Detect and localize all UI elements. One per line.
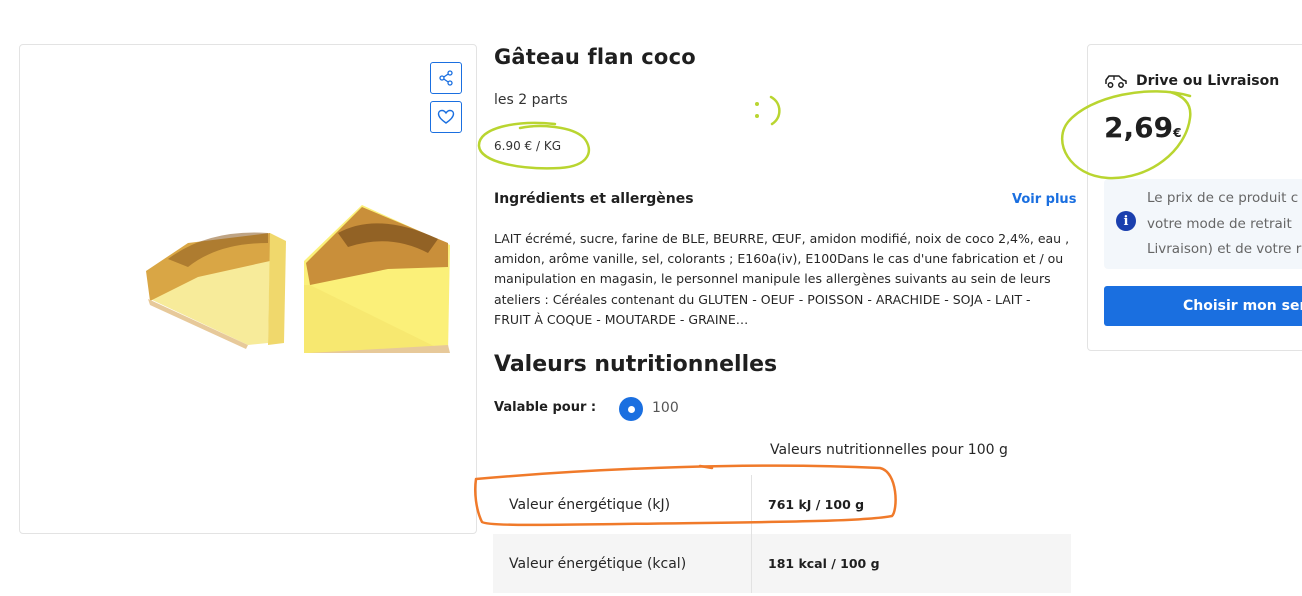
product-title: Gâteau flan coco <box>494 45 696 69</box>
table-row: Valeur énergétique (kJ) 761 kJ / 100 g <box>493 475 1071 534</box>
purchase-panel: Drive ou Livraison 2,69€ i Le prix de ce… <box>1087 44 1302 351</box>
price-currency: € <box>1173 126 1182 140</box>
nutrition-heading: Valeurs nutritionnelles <box>494 352 778 377</box>
table-row: Valeur énergétique (kcal) 181 kcal / 100… <box>493 534 1071 593</box>
heart-icon <box>437 109 455 124</box>
product-portion: les 2 parts <box>494 92 568 108</box>
product-image-card <box>19 44 477 534</box>
nutrient-label: Valeur énergétique (kcal) <box>493 534 752 593</box>
serving-label: Valable pour : <box>494 400 597 415</box>
ingredients-text: LAIT écrémé, sucre, farine de BLE, BEURR… <box>494 231 1070 327</box>
serving-radio-label: 100 <box>652 400 679 416</box>
see-more-link[interactable]: Voir plus <box>1012 192 1076 207</box>
info-icon: i <box>1116 211 1136 231</box>
unit-price: 6.90 € / KG <box>494 139 562 153</box>
price-info-box: i Le prix de ce produit c votre mode de … <box>1104 179 1302 269</box>
smiley-annotation <box>755 102 759 106</box>
price-value: 2,69 <box>1104 111 1174 144</box>
info-line: votre mode de retrait <box>1147 215 1292 232</box>
ingredients-heading: Ingrédients et allergènes <box>494 191 694 207</box>
info-line: Livraison) et de votre r <box>1147 241 1302 257</box>
product-photo <box>146 205 450 353</box>
nutrient-value: 761 kJ / 100 g <box>768 497 865 512</box>
favorite-button[interactable] <box>430 101 462 133</box>
delivery-mode-label: Drive ou Livraison <box>1136 73 1280 89</box>
nutrient-value: 181 kcal / 100 g <box>768 556 880 571</box>
delivery-mode: Drive ou Livraison <box>1104 73 1279 89</box>
car-icon <box>1105 75 1127 88</box>
info-line: Le prix de ce produit c <box>1147 190 1299 206</box>
choose-service-button[interactable]: Choisir mon serv <box>1104 286 1302 326</box>
price: 2,69€ <box>1104 111 1181 144</box>
nutrition-table-header: Valeurs nutritionnelles pour 100 g <box>770 442 1008 458</box>
share-icon <box>439 70 453 86</box>
nutrient-label: Valeur énergétique (kJ) <box>493 475 752 534</box>
serving-radio[interactable] <box>619 397 643 421</box>
share-button[interactable] <box>430 62 462 94</box>
price-info-text: Le prix de ce produit c votre mode de re… <box>1147 186 1302 263</box>
